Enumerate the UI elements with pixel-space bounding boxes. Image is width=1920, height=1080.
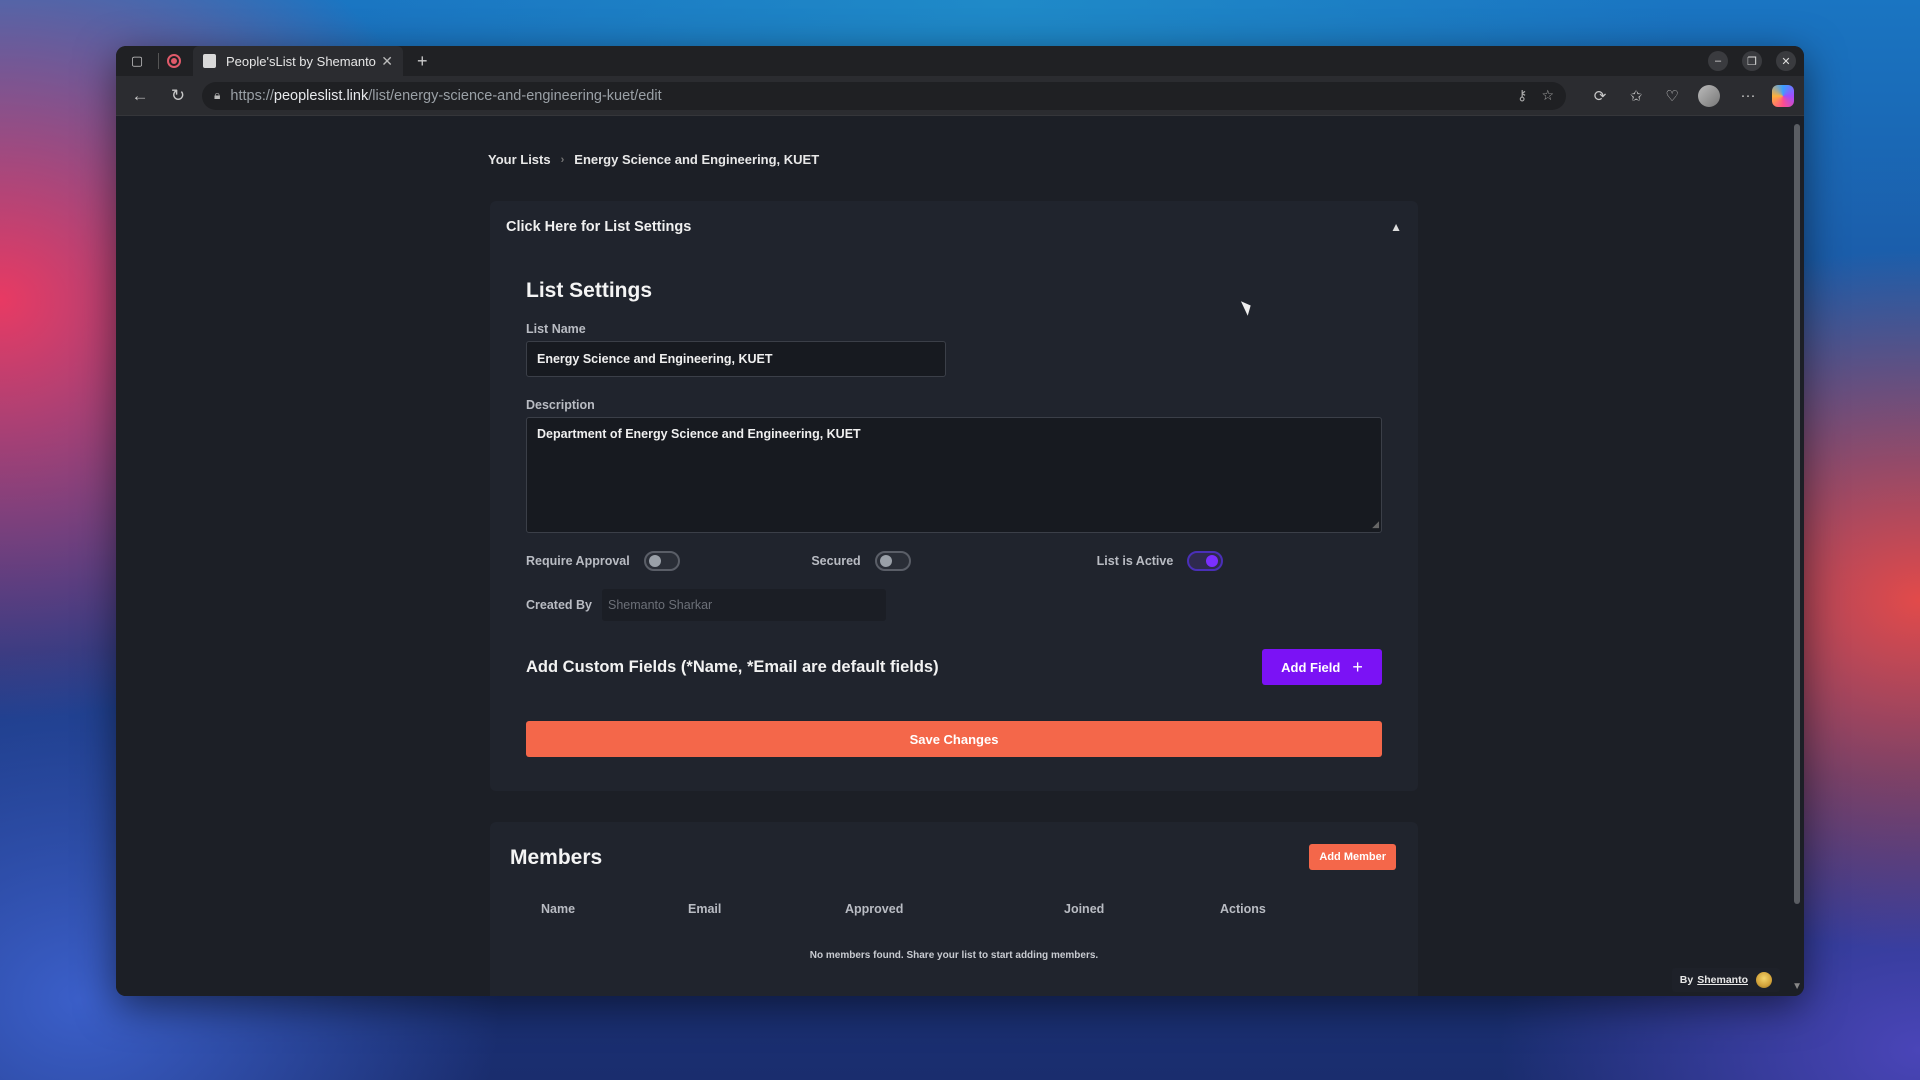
tab-active[interactable]: People'sList by Shemanto ✕: [193, 46, 403, 76]
page-favicon-icon: [203, 54, 216, 68]
url-text: https://peopleslist.link/list/energy-sci…: [230, 87, 662, 104]
list-active-label: List is Active: [1096, 554, 1174, 568]
members-card: Members Add Member Name Email Approved J…: [490, 822, 1418, 996]
tab-bar: ▢ People'sList by Shemanto ✕ + – ❐ ✕: [116, 46, 1804, 76]
toggle-knob: [648, 555, 661, 567]
reload-icon[interactable]: ↻: [164, 82, 192, 110]
plus-icon: +: [1352, 656, 1363, 677]
author-link[interactable]: Shemanto: [1697, 974, 1748, 986]
require-approval-toggle[interactable]: [643, 551, 680, 571]
column-header-approved: Approved: [845, 902, 904, 916]
members-empty-message: No members found. Share your list to sta…: [809, 950, 1099, 961]
list-settings-heading: List Settings: [526, 279, 653, 302]
settings-toggle-title: Click Here for List Settings: [506, 219, 692, 235]
add-field-button[interactable]: Add Field +: [1262, 649, 1382, 685]
sidebar-toggle-icon[interactable]: ▢: [126, 50, 148, 72]
created-by-label: Created By: [526, 598, 592, 612]
browser-essentials-icon[interactable]: ♡: [1658, 82, 1686, 110]
toggle-knob: [1206, 555, 1219, 567]
breadcrumb: Your Lists › Energy Science and Engineer…: [488, 152, 819, 167]
extensions-icon[interactable]: ⟳: [1586, 82, 1614, 110]
breadcrumb-your-lists[interactable]: Your Lists: [488, 152, 551, 167]
list-name-input[interactable]: Energy Science and Engineering, KUET: [526, 341, 946, 377]
column-header-email: Email: [688, 902, 722, 916]
profile-avatar[interactable]: [1698, 84, 1720, 107]
window-controls: – ❐ ✕: [1708, 51, 1796, 71]
new-tab-icon[interactable]: +: [417, 51, 428, 72]
toggle-knob: [879, 555, 892, 567]
save-changes-button[interactable]: Save Changes: [526, 721, 1382, 757]
minimize-icon[interactable]: –: [1708, 51, 1728, 71]
resize-handle-icon[interactable]: ◢: [1372, 519, 1379, 530]
tab-title: People'sList by Shemanto: [226, 53, 376, 69]
add-member-button[interactable]: Add Member: [1309, 844, 1396, 870]
more-options-icon[interactable]: ···: [1734, 82, 1762, 110]
description-textarea[interactable]: Department of Energy Science and Enginee…: [526, 417, 1382, 533]
custom-fields-title: Add Custom Fields (*Name, *Email are def…: [526, 657, 939, 676]
key-icon[interactable]: ⚷: [1517, 87, 1527, 104]
breadcrumb-current: Energy Science and Engineering, KUET: [574, 152, 820, 167]
created-by-field: Shemanto Sharkar: [602, 589, 886, 621]
description-text: Department of Energy Science and Enginee…: [537, 427, 861, 441]
favorite-star-icon[interactable]: ☆: [1541, 87, 1554, 104]
back-icon[interactable]: ←: [126, 82, 154, 110]
favorites-icon[interactable]: ✩: [1622, 82, 1650, 110]
column-header-name: Name: [541, 902, 576, 916]
restore-icon[interactable]: ❐: [1742, 51, 1762, 71]
chevron-up-icon[interactable]: ▲: [1390, 220, 1402, 234]
column-header-actions: Actions: [1220, 902, 1266, 916]
require-approval-group: Require Approval: [526, 551, 811, 571]
require-approval-label: Require Approval: [526, 554, 630, 568]
settings-toggle-header[interactable]: Click Here for List Settings ▲: [490, 201, 1418, 253]
add-field-label: Add Field: [1281, 659, 1341, 675]
toggle-row: Require Approval Secured List is Active: [526, 549, 1382, 573]
column-header-joined: Joined: [1064, 902, 1105, 916]
description-label: Description: [526, 398, 595, 412]
chevron-right-icon: ›: [560, 153, 565, 166]
lock-icon[interactable]: 🔒︎: [214, 88, 220, 103]
list-settings-card: Click Here for List Settings ▲ List Sett…: [490, 201, 1418, 791]
secured-group: Secured: [811, 551, 1096, 571]
url-field[interactable]: 🔒︎ https://peopleslist.link/list/energy-…: [202, 81, 1566, 110]
vertical-scrollbar[interactable]: [1794, 124, 1800, 904]
list-name-label: List Name: [526, 322, 586, 336]
created-by-row: Created By Shemanto Sharkar: [526, 589, 1382, 621]
settings-body: List Settings List Name Energy Science a…: [490, 253, 1418, 757]
by-label: By: [1679, 974, 1694, 986]
close-window-icon[interactable]: ✕: [1776, 51, 1796, 71]
author-avatar: [1756, 972, 1772, 988]
tab-separator: [158, 53, 159, 69]
address-bar: ← ↻ 🔒︎ https://peopleslist.link/list/ene…: [116, 76, 1804, 116]
list-active-toggle[interactable]: [1187, 551, 1224, 571]
browser-window: ▢ People'sList by Shemanto ✕ + – ❐ ✕ ← ↻…: [116, 46, 1804, 996]
page-viewport: Your Lists › Energy Science and Engineer…: [116, 116, 1804, 996]
secured-toggle[interactable]: [874, 551, 911, 571]
by-author-badge: By Shemanto: [1671, 968, 1780, 992]
secured-label: Secured: [811, 554, 861, 568]
copilot-icon[interactable]: [1772, 84, 1794, 107]
list-active-group: List is Active: [1097, 551, 1382, 571]
scroll-down-icon[interactable]: ▼: [1792, 981, 1802, 992]
members-heading: Members: [510, 846, 603, 869]
custom-fields-row: Add Custom Fields (*Name, *Email are def…: [526, 649, 1382, 685]
tab-close-icon[interactable]: ✕: [381, 53, 393, 70]
record-icon[interactable]: [167, 54, 181, 68]
